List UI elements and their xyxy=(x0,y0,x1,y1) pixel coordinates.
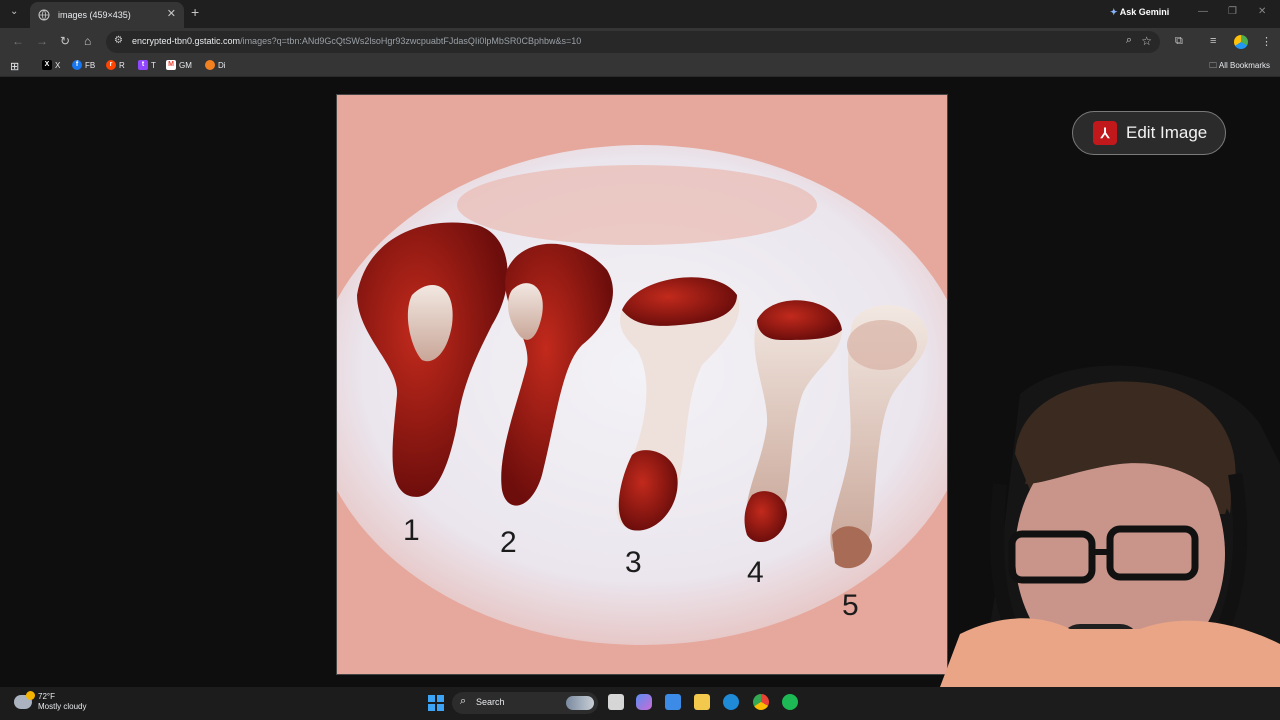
address-bar[interactable]: ⚙ encrypted-tbn0.gstatic.com/images?q=tb… xyxy=(106,31,1160,53)
bookmark-di[interactable]: Di xyxy=(205,60,226,70)
bookmark-r[interactable]: rR xyxy=(106,60,125,70)
weather-widget[interactable]: 72°F Mostly cloudy xyxy=(14,691,86,712)
ask-gemini-label: Ask Gemini xyxy=(1119,7,1170,17)
all-bookmarks-button[interactable]: 🗀 All Bookmarks xyxy=(1209,60,1270,74)
bookmark-t[interactable]: tT xyxy=(138,60,156,70)
bookmark-label: FB xyxy=(85,60,96,70)
task-view-icon[interactable] xyxy=(608,694,624,710)
edit-image-label: Edit Image xyxy=(1126,123,1208,142)
start-button[interactable] xyxy=(428,695,444,711)
bookmarks-bar: ⊞ XX f FB rR tT M GM Di 🗀 All Bookmarks xyxy=(0,56,1280,77)
gemini-sparkle-icon: ✦ xyxy=(1110,7,1118,17)
menu-icon[interactable]: ⋮ xyxy=(1261,35,1272,48)
wing-label-3: 3 xyxy=(625,546,642,579)
profile-avatar[interactable] xyxy=(1234,35,1248,49)
windows-taskbar: 72°F Mostly cloudy ⌕ Search xyxy=(0,687,1280,720)
page-content: 1 2 3 4 5 ⅄ Edit Image xyxy=(0,77,1280,687)
globe-icon xyxy=(38,9,50,21)
adobe-acrobat-icon: ⅄ xyxy=(1093,121,1117,145)
bookmark-label: X xyxy=(55,60,61,70)
windows-logo-icon xyxy=(437,704,444,711)
media-controls-icon[interactable]: ≡ xyxy=(1210,35,1216,47)
wing-label-1: 1 xyxy=(403,514,420,547)
reddit-icon: r xyxy=(106,60,116,70)
wing-label-4: 4 xyxy=(747,556,764,589)
ask-gemini-button[interactable]: ✦ Ask Gemini xyxy=(1110,7,1169,18)
facebook-icon: f xyxy=(72,60,82,70)
reload-button[interactable]: ↻ xyxy=(60,34,70,48)
copilot-icon[interactable] xyxy=(636,694,652,710)
bookmark-label: Di xyxy=(218,60,226,70)
weather-condition: Mostly cloudy xyxy=(38,702,87,711)
all-bookmarks-label: All Bookmarks xyxy=(1218,61,1270,70)
edit-image-button[interactable]: ⅄ Edit Image xyxy=(1072,111,1226,155)
tab-title: images (459×435) xyxy=(58,10,131,20)
file-explorer-icon[interactable] xyxy=(694,694,710,710)
taskbar-search[interactable]: ⌕ Search xyxy=(452,692,598,714)
search-highlight-icon xyxy=(566,696,594,710)
url-text[interactable]: encrypted-tbn0.gstatic.com/images?q=tbn:… xyxy=(132,36,581,46)
search-icon: ⌕ xyxy=(460,695,467,707)
edge-icon[interactable] xyxy=(723,694,739,710)
partly-cloudy-icon xyxy=(14,691,35,709)
bookmark-star-icon[interactable]: ☆ xyxy=(1141,34,1152,48)
bookmark-label: GM xyxy=(179,60,192,70)
store-icon[interactable] xyxy=(665,694,681,710)
windows-logo-icon xyxy=(428,704,435,711)
tab-search-icon[interactable]: ⌄ xyxy=(10,6,18,17)
windows-logo-icon xyxy=(437,695,444,702)
taskbar-search-label: Search xyxy=(476,697,505,707)
twitch-icon: t xyxy=(138,60,148,70)
bookmark-label: T xyxy=(151,60,156,70)
bookmark-label: R xyxy=(119,60,125,70)
chrome-icon[interactable] xyxy=(753,694,769,710)
orange-circle-icon xyxy=(205,60,215,70)
url-path: /images?q=tbn:ANd9GcQtSWs2lsoHgr93zwcpua… xyxy=(240,36,582,46)
home-button[interactable]: ⌂ xyxy=(84,34,91,48)
new-tab-button[interactable]: + xyxy=(191,4,199,20)
windows-logo-icon xyxy=(428,695,435,702)
wings-image: 1 2 3 4 5 xyxy=(337,95,947,674)
minimize-button[interactable]: — xyxy=(1198,6,1208,17)
forward-button[interactable]: → xyxy=(36,34,48,48)
wing-label-5: 5 xyxy=(842,589,859,622)
streamer-figure xyxy=(940,365,1280,687)
tab-close-icon[interactable]: ✕ xyxy=(167,7,176,20)
back-button[interactable]: ← xyxy=(12,34,24,48)
x-icon: X xyxy=(42,60,52,70)
close-window-button[interactable]: ✕ xyxy=(1258,6,1266,17)
bookmark-gm[interactable]: M GM xyxy=(166,60,192,70)
extensions-icon[interactable]: ⧉ xyxy=(1175,35,1183,48)
restore-button[interactable]: ❐ xyxy=(1228,6,1237,17)
tab-images[interactable]: images (459×435) ✕ xyxy=(30,2,184,28)
bookmark-fb[interactable]: f FB xyxy=(72,60,95,70)
apps-icon[interactable]: ⊞ xyxy=(10,60,19,73)
tab-strip: ⌄ images (459×435) ✕ + ✦ Ask Gemini — ❐ … xyxy=(0,0,1280,28)
browser-toolbar: ← → ↻ ⌂ ⚙ encrypted-tbn0.gstatic.com/ima… xyxy=(0,28,1280,56)
webcam-overlay xyxy=(940,364,1280,687)
wing-label-2: 2 xyxy=(500,526,517,559)
chicken-wings-photo[interactable]: 1 2 3 4 5 xyxy=(336,94,948,675)
site-info-icon[interactable]: ⚙ xyxy=(114,35,123,46)
gmail-icon: M xyxy=(166,60,176,70)
bookmark-x[interactable]: XX xyxy=(42,60,60,70)
weather-text: 72°F Mostly cloudy xyxy=(38,692,86,712)
spotify-icon[interactable] xyxy=(782,694,798,710)
zoom-icon[interactable]: ⌕ xyxy=(1126,34,1132,47)
weather-temp: 72°F xyxy=(38,692,55,701)
url-host: encrypted-tbn0.gstatic.com xyxy=(132,36,241,46)
folder-icon: 🗀 xyxy=(1209,61,1218,70)
